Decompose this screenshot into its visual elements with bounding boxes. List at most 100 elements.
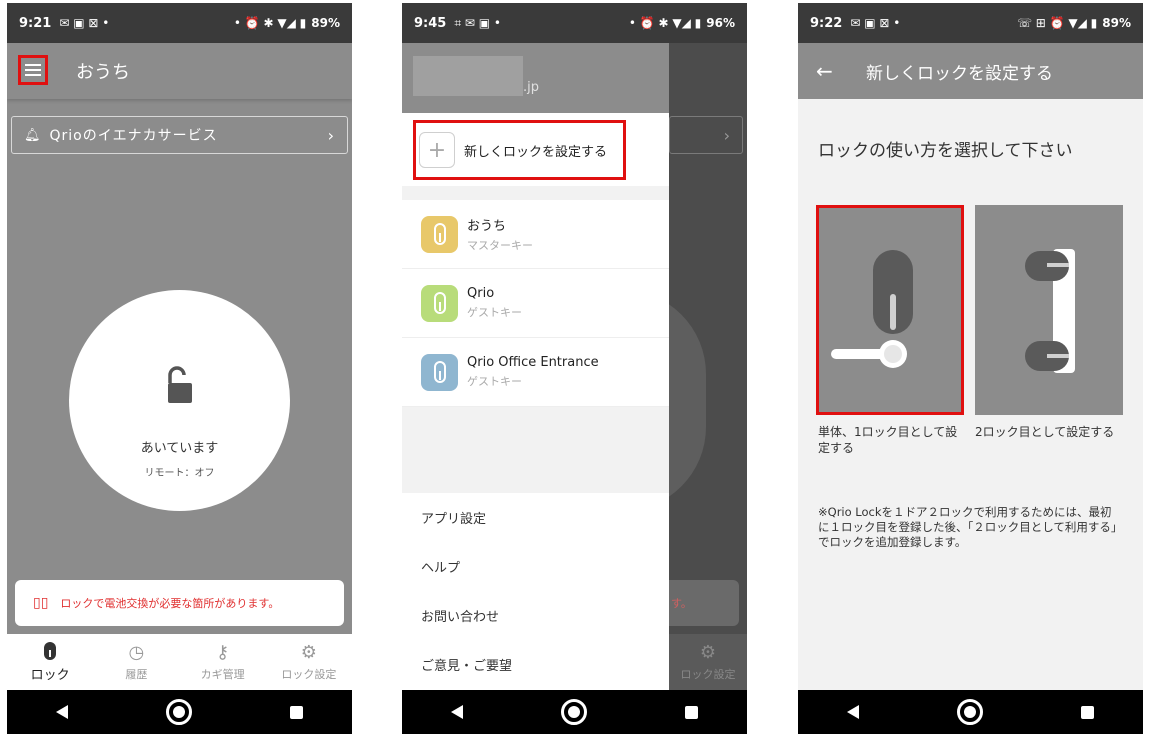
home-icon[interactable] [561,699,587,725]
battery-level: 89% [311,16,340,30]
double-lock-illustration [1025,249,1075,373]
page-title: 新しくロックを設定する [866,63,1053,84]
second-lock-option[interactable] [975,205,1123,415]
remote-status-text: リモート：オフ [144,468,215,479]
battery-level: 96% [706,16,735,30]
menu-item-help[interactable]: ヘルプ [402,542,669,591]
key-list: おうちマスターキー Qrio ゲストキー Qrio Office Entrance… [402,200,669,407]
system-icons: • ⏰ ✱ ▼◢ ▮ 89% [233,16,340,30]
chevron-right-icon: › [327,125,335,145]
gear-icon: ⚙ [300,642,317,663]
key-name: Qrio Office Entrance [467,355,599,370]
status-bar: 9:45 ⌗ ✉ ▣ • • ⏰ ✱ ▼◢ ▮ 96% [402,3,747,43]
lock-status-text: あいています [140,441,219,456]
status-time: 9:22 [810,15,843,31]
notification-icons: ⌗ ✉ ▣ • [454,15,502,30]
arrow-back-icon[interactable]: ← [816,59,833,83]
tab-label: ロック設定 [680,668,736,681]
system-nav-bar [7,690,352,734]
drawer-header: .jp [402,43,669,113]
new-lock-label: 新しくロックを設定する [464,144,608,160]
list-item[interactable]: おうち マスターキー [402,200,669,269]
lock-screen: 9:21 ✉ ▣ ⊠ • • ⏰ ✱ ▼◢ ▮ 89% おうち 🔔︎ Qrioのイ… [7,3,352,734]
key-role: ゲストキー [467,375,522,388]
system-icons: ☏ ⊞ ⏰ ▼◢ ▮ 89% [1016,16,1131,30]
single-lock-label: 単体、1ロック目として設定する [818,425,958,455]
redacted-account [413,56,523,96]
notification-icons: ✉ ▣ ⊠ • [59,16,110,30]
recent-apps-icon[interactable] [290,705,303,719]
key-icon: ⚷ [216,642,230,663]
battery-alert-text: ロックで電池交換が必要な箇所があります。 [60,597,280,610]
unlocked-icon [168,366,192,403]
tab-lock[interactable]: ロック [7,634,93,690]
second-lock-label: 2ロック目として設定する [975,425,1115,439]
divider [402,186,669,200]
system-nav-bar [402,690,747,734]
plus-icon: + [419,132,455,168]
service-link[interactable]: 🔔︎ Qrioのイエナカサービス › [11,116,348,154]
new-lock-button[interactable]: + 新しくロックを設定する [413,120,626,180]
bell-icon: 🔔︎ [24,127,42,143]
tab-history[interactable]: ◷ 履歴 [93,634,179,690]
tab-lock-settings[interactable]: ⚙ ロック設定 [266,634,352,690]
recent-apps-icon[interactable] [685,705,698,719]
back-icon[interactable] [451,705,463,719]
key-name: おうち [467,219,507,234]
recent-apps-icon[interactable] [1081,705,1094,719]
single-lock-option[interactable] [816,205,964,415]
status-time: 9:21 [19,15,52,31]
key-role: マスターキー [467,239,533,252]
notification-icons: ✉ ▣ ⊠ • [850,16,901,30]
battery-alert[interactable]: ▯▯ ロックで電池交換が必要な箇所があります。 [15,580,344,626]
menu-item-feedback[interactable]: ご意見・ご要望 [402,640,669,689]
tab-label: カギ管理 [200,668,245,681]
dimmed-tab-lock-settings: ⚙ ロック設定 [669,634,747,690]
system-icons: • ⏰ ✱ ▼◢ ▮ 96% [628,16,735,30]
app-bar: ← 新しくロックを設定する [798,43,1143,99]
section-heading: ロックの使い方を選択して下さい [818,141,1073,161]
lock-key-icon [421,215,458,253]
battery-level: 89% [1102,16,1131,30]
lock-key-icon [421,353,458,391]
tab-key-management[interactable]: ⚷ カギ管理 [180,634,266,690]
single-lock-illustration [831,250,913,368]
back-icon[interactable] [847,705,859,719]
gear-icon: ⚙ [699,642,717,663]
status-bar: 9:22 ✉ ▣ ⊠ • ☏ ⊞ ⏰ ▼◢ ▮ 89% [798,3,1143,43]
usage-note: ※Qrio Lockを１ドア２ロックで利用するためには、最初に１ロック目を登録し… [818,505,1123,549]
new-lock-setup-screen: 9:22 ✉ ▣ ⊠ • ☏ ⊞ ⏰ ▼◢ ▮ 89% ← 新しくロックを設定する… [798,3,1143,734]
divider [402,407,669,493]
back-icon[interactable] [56,705,68,719]
list-item[interactable]: Qrio Office Entrance ゲストキー [402,338,669,407]
menu-icon[interactable] [18,55,48,85]
drawer-screen: 9:45 ⌗ ✉ ▣ • • ⏰ ✱ ▼◢ ▮ 96% › す。 ⚙ ロック設定 … [402,3,747,734]
navigation-drawer: .jp + 新しくロックを設定する おうちマスターキー Qrio ゲストキー Qr… [402,43,669,690]
home-icon[interactable] [166,699,192,725]
system-nav-bar [798,690,1143,734]
drawer-menu: アプリ設定 ヘルプ お問い合わせ ご意見・ご要望 [402,493,669,689]
account-domain: .jp [523,80,539,95]
service-label: Qrioのイエナカサービス [49,128,218,144]
lock-key-icon [421,284,458,322]
tab-label: ロック [30,668,70,683]
app-bar: おうち [7,43,352,99]
tab-bar: ロック ◷ 履歴 ⚷ カギ管理 ⚙ ロック設定 [7,634,352,690]
menu-item-app-settings[interactable]: アプリ設定 [402,493,669,542]
status-time: 9:45 [414,15,447,31]
dimmed-service-link: › [669,116,743,154]
lock-tab-icon [44,642,57,660]
list-item[interactable]: Qrio ゲストキー [402,269,669,338]
home-icon[interactable] [957,699,983,725]
tab-label: 履歴 [125,668,148,681]
status-bar: 9:21 ✉ ▣ ⊠ • • ⏰ ✱ ▼◢ ▮ 89% [7,3,352,43]
lock-toggle-button[interactable]: あいています リモート：オフ [69,290,290,511]
dimmed-alert: す。 [669,580,739,626]
menu-item-contact[interactable]: お問い合わせ [402,591,669,640]
key-role: ゲストキー [467,306,522,319]
page-title: おうち [76,62,130,83]
tab-label: ロック設定 [281,668,337,681]
key-name: Qrio [467,286,495,301]
battery-warning-icon: ▯▯ [33,595,49,611]
clock-icon: ◷ [128,642,145,663]
